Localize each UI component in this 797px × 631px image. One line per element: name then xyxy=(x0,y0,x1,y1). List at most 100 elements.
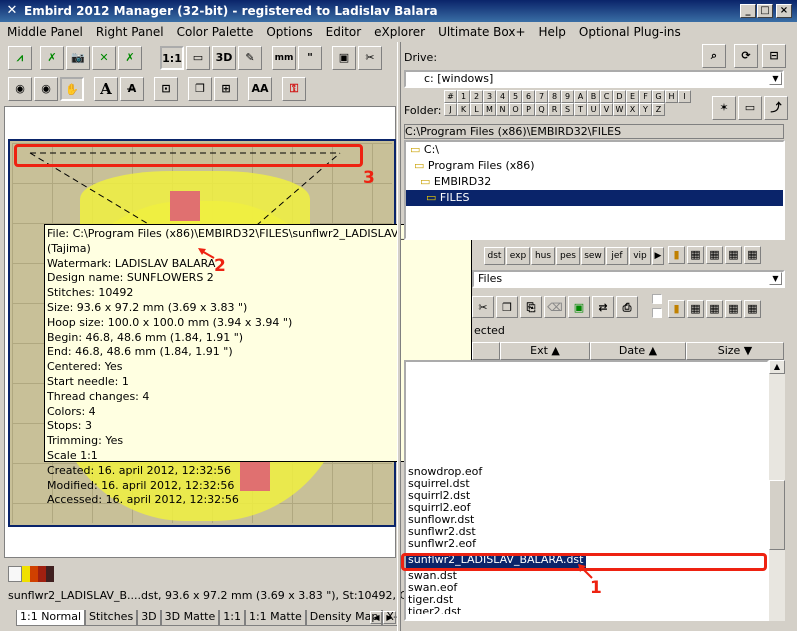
letter-button[interactable]: H xyxy=(665,90,678,103)
file-item[interactable]: tiger2.dst xyxy=(406,606,766,614)
palette-brush-icon[interactable]: ✎ xyxy=(238,46,262,70)
letter-button[interactable]: L xyxy=(470,103,483,116)
file-view-grid-icon[interactable]: ▦ xyxy=(706,300,723,318)
stitch-cross-icon[interactable]: ✕ xyxy=(92,46,116,70)
letter-button[interactable]: I xyxy=(678,90,691,103)
letter-button[interactable]: E xyxy=(626,90,639,103)
letter-button[interactable]: Y xyxy=(639,103,652,116)
cut-icon[interactable]: ✂ xyxy=(472,296,494,318)
letter-button[interactable]: S xyxy=(561,103,574,116)
letter-button[interactable]: W xyxy=(613,103,626,116)
menu-help[interactable]: Help xyxy=(532,25,572,39)
letter-button[interactable]: U xyxy=(587,103,600,116)
letter-button[interactable]: 5 xyxy=(509,90,522,103)
new-folder-icon[interactable]: ✶ xyxy=(712,96,736,120)
file-filter-select[interactable]: Files xyxy=(472,270,785,288)
folder-item-selected[interactable]: ▭ FILES xyxy=(406,190,783,206)
file-list-scrollbar[interactable]: ▲ xyxy=(769,360,785,621)
file-view-large-icon[interactable]: ▦ xyxy=(744,300,761,318)
file-view-thumbs-icon[interactable]: ▦ xyxy=(725,300,742,318)
eye-design-icon[interactable]: ◉ xyxy=(34,77,58,101)
palette-swatch[interactable] xyxy=(22,566,30,582)
letter-button[interactable]: 3 xyxy=(483,90,496,103)
scroll-thumb[interactable] xyxy=(769,480,785,550)
ext-dst-button[interactable]: dst xyxy=(484,247,505,265)
stitch-filter-icon[interactable]: ✗ xyxy=(118,46,142,70)
tab-3d[interactable]: 3D xyxy=(137,610,161,626)
letter-button[interactable]: 6 xyxy=(522,90,535,103)
screen-icon[interactable]: ▣ xyxy=(332,46,356,70)
tabs-scroll-left-icon[interactable]: ◀ xyxy=(370,611,383,624)
monitor-icon[interactable]: ▭ xyxy=(186,46,210,70)
folder-up-icon[interactable]: ⤴ xyxy=(764,96,788,120)
folder-item[interactable]: ▭ EMBIRD32 xyxy=(406,174,783,190)
menu-explorer[interactable]: eXplorer xyxy=(367,25,431,39)
tab-1-1-matte[interactable]: 1:1 Matte xyxy=(244,610,306,626)
palette-swatch[interactable] xyxy=(8,566,22,582)
palette-swatch[interactable] xyxy=(38,566,46,582)
letter-button[interactable]: 8 xyxy=(548,90,561,103)
view-grid-icon[interactable]: ▦ xyxy=(706,246,723,264)
drive-select[interactable]: c: [windows] xyxy=(404,70,784,88)
menu-editor[interactable]: Editor xyxy=(319,25,368,39)
menu-color-palette[interactable]: Color Palette xyxy=(170,25,260,39)
drive-dropdown-icon[interactable]: ▼ xyxy=(769,72,782,85)
zoom-search-icon[interactable]: ⌕ xyxy=(702,44,726,68)
menu-optional-plugins[interactable]: Optional Plug-ins xyxy=(572,25,687,39)
rotate-icon[interactable]: ⊡ xyxy=(154,77,178,101)
refresh-icon[interactable]: ⟳ xyxy=(734,44,758,68)
letter-button[interactable]: 9 xyxy=(561,90,574,103)
palette-swatch[interactable] xyxy=(30,566,38,582)
copy-design-icon[interactable]: ❐ xyxy=(188,77,212,101)
ext-pes-button[interactable]: pes xyxy=(556,247,580,265)
letter-button[interactable]: K xyxy=(457,103,470,116)
letter-button[interactable]: R xyxy=(548,103,561,116)
column-name-header[interactable] xyxy=(472,342,500,360)
ext-vip-button[interactable]: vip xyxy=(629,247,651,265)
option-checkbox-2[interactable] xyxy=(652,308,662,318)
folder-open-icon[interactable]: ▭ xyxy=(738,96,762,120)
ext-sew-button[interactable]: sew xyxy=(581,247,605,265)
view-large-icon[interactable]: ▦ xyxy=(744,246,761,264)
view-thumbs-icon[interactable]: ▦ xyxy=(725,246,742,264)
stitch-no-jumps-icon[interactable]: ✗ xyxy=(40,46,64,70)
print-icon[interactable]: ⎙ xyxy=(616,296,638,318)
ext-hus-button[interactable]: hus xyxy=(531,247,555,265)
folder-item[interactable]: ▭ Program Files (x86) xyxy=(406,158,783,174)
eye-stitch-icon[interactable]: ◉ xyxy=(8,77,32,101)
column-ext-header[interactable]: Ext ▲ xyxy=(500,342,590,360)
menu-options[interactable]: Options xyxy=(259,25,318,39)
tree-view-icon[interactable]: ⊞ xyxy=(214,77,238,101)
letter-button[interactable]: D xyxy=(613,90,626,103)
letter-button[interactable]: 2 xyxy=(470,90,483,103)
convert-icon[interactable]: ⇄ xyxy=(592,296,614,318)
letter-button[interactable]: X xyxy=(626,103,639,116)
letter-button[interactable]: Z xyxy=(652,103,665,116)
ext-exp-button[interactable]: exp xyxy=(506,247,530,265)
ext-more-icon[interactable]: ▶ xyxy=(652,247,664,265)
letter-button[interactable]: B xyxy=(587,90,600,103)
letter-button[interactable]: A xyxy=(574,90,587,103)
view-3d-button[interactable]: 3D xyxy=(212,46,236,70)
letter-button[interactable]: O xyxy=(509,103,522,116)
key-icon[interactable]: ⚿ xyxy=(282,77,306,101)
column-date-header[interactable]: Date ▲ xyxy=(590,342,686,360)
letter-button[interactable]: F xyxy=(639,90,652,103)
text-font-button[interactable]: A xyxy=(94,77,118,101)
menu-middle-panel[interactable]: Middle Panel xyxy=(0,25,89,39)
inch-units-icon[interactable]: " xyxy=(298,46,322,70)
paste-icon[interactable]: ⎘ xyxy=(520,296,542,318)
file-item[interactable]: tiger.dst xyxy=(406,594,766,606)
letter-button[interactable]: C xyxy=(600,90,613,103)
maximize-button[interactable]: □ xyxy=(757,4,773,18)
file-view-list-icon[interactable]: ▮ xyxy=(668,300,685,318)
delete-icon[interactable]: ⌫ xyxy=(544,296,566,318)
letter-button[interactable]: 7 xyxy=(535,90,548,103)
tab-1-1-normal[interactable]: 1:1 Normal xyxy=(16,610,85,626)
file-item[interactable]: sunflwr2.dst xyxy=(406,526,766,538)
file-item[interactable]: swan.eof xyxy=(406,582,766,594)
view-list-icon[interactable]: ▮ xyxy=(668,246,685,264)
letter-button[interactable]: 1 xyxy=(457,90,470,103)
letter-button[interactable]: M xyxy=(483,103,496,116)
copy-icon[interactable]: ❐ xyxy=(496,296,518,318)
